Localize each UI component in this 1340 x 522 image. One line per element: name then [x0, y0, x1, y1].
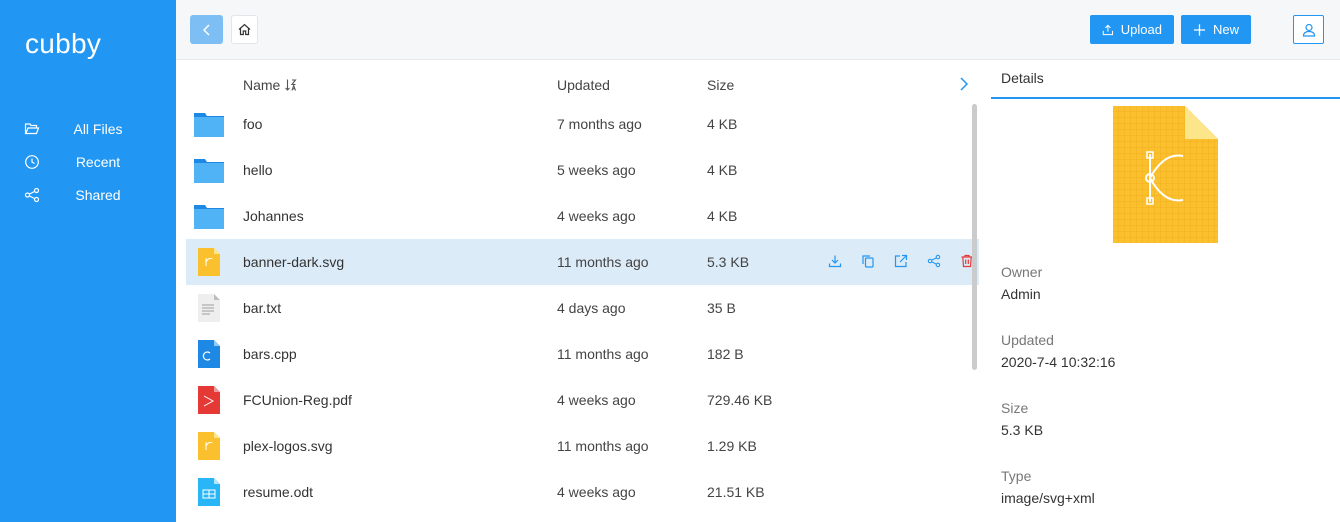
top-toolbar: Upload New — [176, 0, 1340, 60]
external-link-icon — [894, 254, 907, 268]
svg-file-icon — [198, 248, 220, 276]
table-row[interactable]: bars.cpp 11 months ago 182 B — [186, 331, 979, 377]
file-size: 4 KB — [707, 116, 738, 132]
type-value: image/svg+xml — [1001, 490, 1095, 506]
plus-icon — [1193, 23, 1206, 36]
details-panel: Details Owner Admin Updated 2020-7-4 10:… — [991, 61, 1340, 522]
folder-icon — [194, 159, 224, 183]
file-updated: 7 months ago — [557, 116, 642, 132]
document-file-icon — [198, 478, 220, 506]
upload-icon — [1102, 24, 1114, 35]
file-list: Name Updated Size foo 7 months ago 4 KB — [176, 61, 991, 522]
svg-file-icon — [198, 432, 220, 460]
owner-label: Owner — [1001, 264, 1043, 280]
home-icon — [238, 23, 251, 36]
svg-file-preview-icon — [1113, 106, 1218, 243]
download-icon — [828, 255, 841, 268]
delete-button[interactable] — [950, 254, 983, 270]
copy-button[interactable] — [851, 254, 884, 270]
file-size: 182 B — [707, 346, 744, 362]
table-row[interactable]: plex-logos.svg 11 months ago 1.29 KB — [186, 423, 979, 469]
row-actions — [818, 254, 983, 270]
sidebar-item-label: All Files — [73, 120, 123, 137]
sidebar-item-label: Recent — [75, 153, 121, 170]
table-row[interactable]: resume.odt 4 weeks ago 21.51 KB — [186, 469, 979, 515]
file-size: 21.51 KB — [707, 484, 765, 500]
file-updated: 11 months ago — [557, 438, 649, 454]
file-name: foo — [243, 116, 263, 132]
file-updated: 4 days ago — [557, 300, 626, 316]
table-row[interactable]: foo 7 months ago 4 KB — [186, 101, 979, 147]
table-row[interactable]: FCUnion-Reg.pdf 4 weeks ago 729.46 KB — [186, 377, 979, 423]
new-button[interactable]: New — [1181, 15, 1251, 44]
user-menu-button[interactable] — [1293, 15, 1324, 44]
file-name: banner-dark.svg — [243, 254, 345, 270]
text-file-icon — [198, 294, 220, 322]
file-size: 4 KB — [707, 162, 738, 178]
file-name: bar.txt — [243, 300, 282, 316]
file-updated: 11 months ago — [557, 254, 649, 270]
column-name-label: Name — [243, 77, 281, 93]
file-size: 1.29 KB — [707, 438, 757, 454]
file-name: Johannes — [243, 208, 304, 224]
share-button[interactable] — [917, 254, 950, 270]
back-button[interactable] — [190, 15, 223, 44]
sidebar-nav: All Files Recent Shared — [0, 112, 176, 211]
table-row[interactable]: bar.txt 4 days ago 35 B — [186, 285, 979, 331]
file-size: 4 KB — [707, 208, 738, 224]
tab-details-label: Details — [1001, 70, 1044, 86]
scrollbar[interactable] — [972, 104, 977, 370]
file-size: 729.46 KB — [707, 392, 773, 408]
code-file-icon — [198, 340, 220, 368]
updated-value: 2020-7-4 10:32:16 — [1001, 354, 1116, 370]
chevron-right-icon[interactable] — [957, 76, 971, 92]
file-name: bars.cpp — [243, 346, 297, 362]
sidebar-item-shared[interactable]: Shared — [0, 178, 176, 211]
file-updated: 4 weeks ago — [557, 484, 636, 500]
home-button[interactable] — [231, 15, 258, 44]
new-label: New — [1212, 22, 1239, 37]
file-name: FCUnion-Reg.pdf — [243, 392, 352, 408]
folder-icon — [194, 205, 224, 229]
sidebar-item-all-files[interactable]: All Files — [0, 112, 176, 145]
owner-value: Admin — [1001, 286, 1041, 302]
type-label: Type — [1001, 468, 1032, 484]
tab-details[interactable]: Details — [991, 61, 1340, 99]
chevron-left-icon — [202, 23, 210, 36]
size-label: Size — [1001, 400, 1029, 416]
sort-icon — [285, 79, 297, 91]
file-updated: 4 weeks ago — [557, 392, 636, 408]
table-row[interactable]: Johannes 4 weeks ago 4 KB — [186, 193, 979, 239]
sidebar-item-recent[interactable]: Recent — [0, 145, 176, 178]
file-name: resume.odt — [243, 484, 314, 500]
table-row[interactable]: hello 5 weeks ago 4 KB — [186, 147, 979, 193]
upload-button[interactable]: Upload — [1090, 15, 1174, 44]
column-header-name[interactable]: Name — [243, 77, 298, 93]
open-external-button[interactable] — [884, 254, 917, 270]
file-updated: 11 months ago — [557, 346, 649, 362]
folder-icon — [194, 113, 224, 137]
share-icon — [927, 254, 940, 268]
pdf-file-icon — [198, 386, 220, 414]
file-size: 5.3 KB — [707, 254, 750, 270]
file-updated: 4 weeks ago — [557, 208, 636, 224]
file-updated: 5 weeks ago — [557, 162, 636, 178]
app-logo: cubby — [25, 28, 102, 59]
download-button[interactable] — [818, 254, 851, 270]
sidebar-item-label: Shared — [75, 186, 121, 203]
column-header-updated[interactable]: Updated — [557, 77, 610, 93]
sidebar: cubby All Files Recent Shared — [0, 0, 176, 522]
file-name: plex-logos.svg — [243, 438, 333, 454]
column-header-size[interactable]: Size — [707, 77, 734, 93]
size-value: 5.3 KB — [1001, 422, 1044, 438]
file-size: 35 B — [707, 300, 736, 316]
copy-icon — [861, 255, 874, 268]
table-row-selected[interactable]: banner-dark.svg 11 months ago 5.3 KB — [186, 239, 979, 285]
user-icon — [1302, 23, 1315, 37]
upload-label: Upload — [1120, 22, 1162, 37]
file-name: hello — [243, 162, 273, 178]
updated-label: Updated — [1001, 332, 1054, 348]
